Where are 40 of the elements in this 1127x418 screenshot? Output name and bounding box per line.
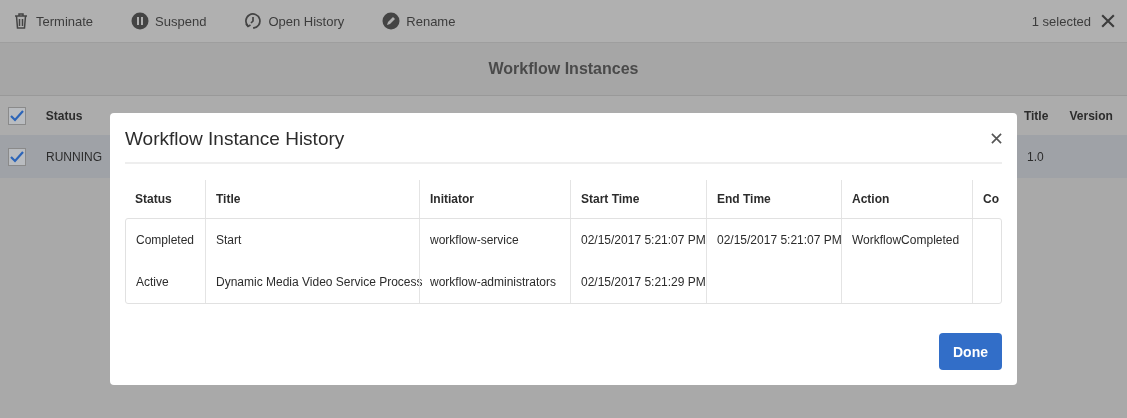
table-cell: Completed xyxy=(136,233,195,247)
checkbox[interactable] xyxy=(8,147,26,166)
pause-icon xyxy=(131,12,150,30)
table-cell: WorkflowCompleted xyxy=(852,233,960,247)
page-title: Workflow Instances xyxy=(488,60,639,78)
column-header: Co xyxy=(972,180,1002,218)
dialog-title: Workflow Instance History xyxy=(125,127,345,150)
toolbar-button[interactable]: Open History xyxy=(244,12,345,30)
version-cell-text: 1.0 xyxy=(1027,149,1045,164)
toolbar-button[interactable]: Suspend xyxy=(131,12,207,30)
history-icon xyxy=(244,12,263,30)
close-button[interactable] xyxy=(1101,14,1115,28)
table-cell: 02/15/2017 5:21:07 PM xyxy=(717,233,842,247)
column-header: Title xyxy=(205,180,419,218)
trash-icon xyxy=(12,12,30,30)
toolbar-button[interactable]: Rename xyxy=(382,12,456,30)
pencil-icon xyxy=(382,12,401,30)
close-button[interactable] xyxy=(991,133,1002,144)
column-header: Version xyxy=(1069,108,1114,123)
column-header: Status xyxy=(45,108,84,123)
table-cell: 02/15/2017 5:21:29 PM xyxy=(581,275,706,289)
toolbar-button[interactable]: Terminate xyxy=(12,12,94,30)
close-icon xyxy=(1101,14,1115,28)
status-cell-text: RUNNING xyxy=(46,149,103,164)
column-header: Title xyxy=(1023,108,1050,123)
column-header: Status xyxy=(134,191,173,208)
close-icon xyxy=(991,133,1002,144)
table-cell: workflow-administrators xyxy=(430,275,557,289)
done-button[interactable]: Done xyxy=(939,333,1002,370)
table-cell: Active xyxy=(136,275,169,289)
column-header: End Time xyxy=(706,180,841,218)
column-header: Action xyxy=(841,180,972,218)
column-header: Initiator xyxy=(419,180,570,218)
selection-count: 1 selected xyxy=(1031,13,1091,29)
table-cell: Dynamic Media Video Service Process xyxy=(216,275,423,289)
table-cell: 02/15/2017 5:21:07 PM xyxy=(581,233,706,247)
table-cell: workflow-service xyxy=(430,233,519,247)
table-cell: Start xyxy=(216,233,242,247)
checkbox[interactable] xyxy=(8,106,26,125)
column-header: Start Time xyxy=(570,180,706,218)
